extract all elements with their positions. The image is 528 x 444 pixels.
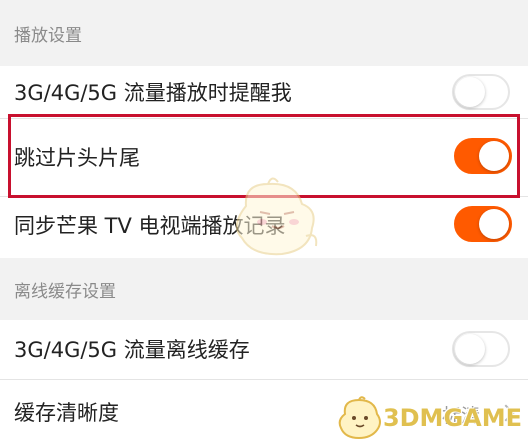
setting-label-skip-intro-outro: 跳过片头片尾 bbox=[14, 146, 140, 170]
setting-row-mobile-data-alert[interactable]: 3G/4G/5G 流量播放时提醒我 bbox=[0, 66, 528, 118]
toggle-skip-intro-outro[interactable] bbox=[454, 138, 512, 174]
setting-label-sync-tv-history: 同步芒果 TV 电视端播放记录 bbox=[14, 214, 286, 238]
setting-label-mobile-data-alert: 3G/4G/5G 流量播放时提醒我 bbox=[14, 81, 292, 105]
setting-row-mobile-data-cache[interactable]: 3G/4G/5G 流量离线缓存 bbox=[0, 320, 528, 378]
setting-label-mobile-data-cache: 3G/4G/5G 流量离线缓存 bbox=[14, 338, 250, 362]
toggle-mobile-data-cache[interactable] bbox=[452, 331, 510, 367]
toggle-knob bbox=[455, 334, 485, 364]
section-title-offline-cache: 离线缓存设置 bbox=[14, 281, 116, 302]
setting-label-cache-quality: 缓存清晰度 bbox=[14, 401, 119, 425]
setting-row-skip-intro-outro[interactable]: 跳过片头片尾 bbox=[0, 119, 528, 195]
cache-quality-value: 标清 bbox=[442, 405, 481, 427]
section-header-offline-cache: 离线缓存设置 bbox=[0, 258, 528, 320]
setting-row-sync-tv-history[interactable]: 同步芒果 TV 电视端播放记录 bbox=[0, 197, 528, 253]
section-title-playback: 播放设置 bbox=[14, 25, 82, 46]
toggle-mobile-data-alert[interactable] bbox=[452, 74, 510, 110]
toggle-sync-tv-history[interactable] bbox=[454, 206, 512, 242]
toggle-knob bbox=[455, 77, 485, 107]
settings-screen: 播放设置 3G/4G/5G 流量播放时提醒我 跳过片头片尾 同步芒果 TV 电视… bbox=[0, 0, 528, 444]
toggle-knob bbox=[479, 209, 509, 239]
section-header-playback: 播放设置 bbox=[0, 0, 528, 66]
toggle-knob bbox=[479, 141, 509, 171]
